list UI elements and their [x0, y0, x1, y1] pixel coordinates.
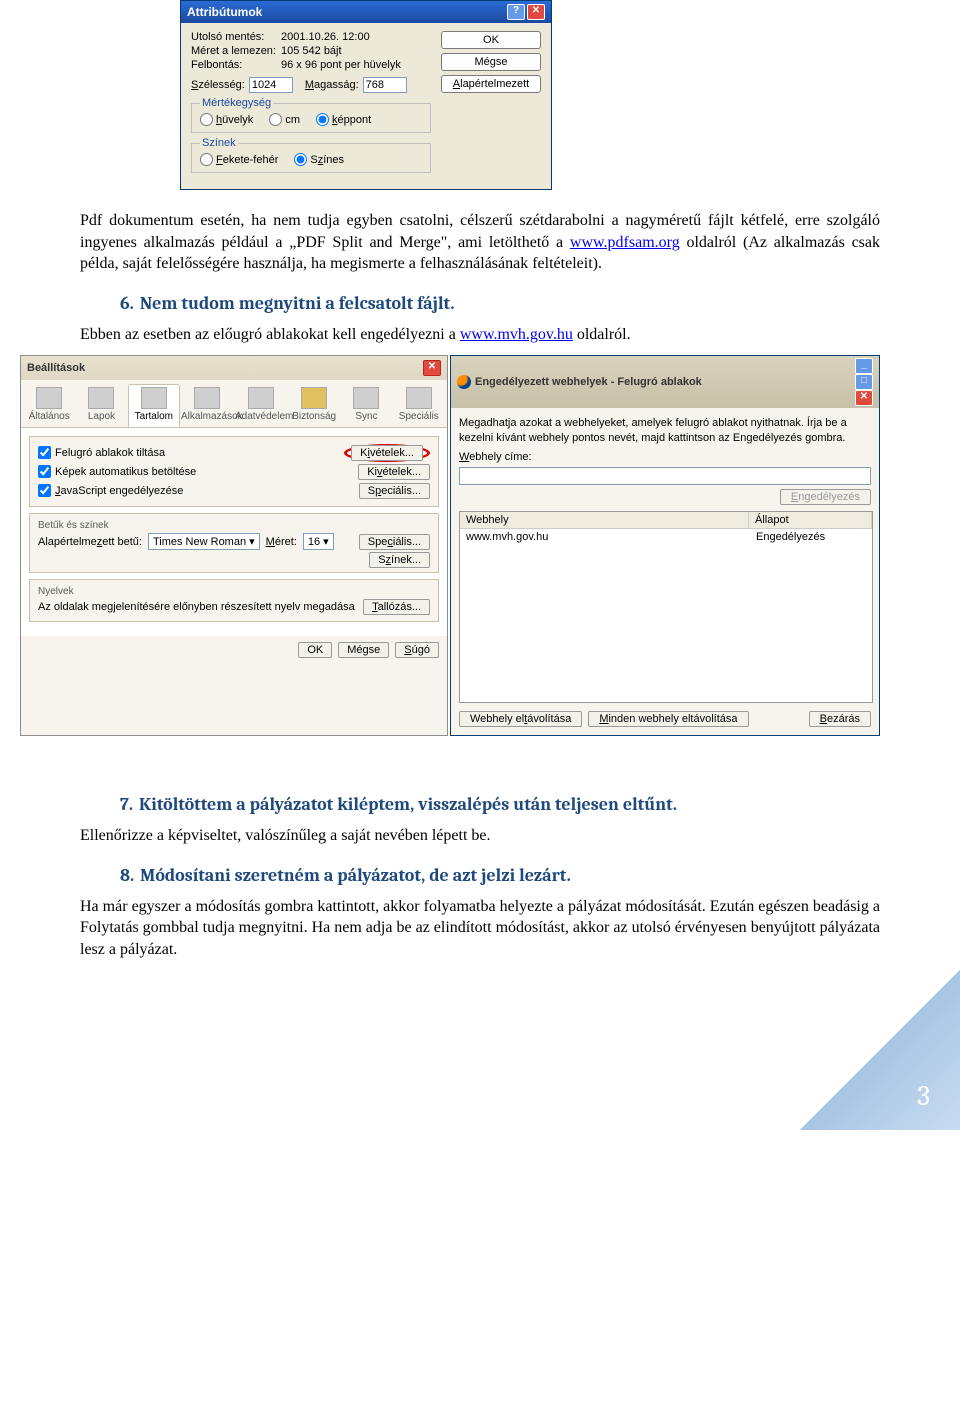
unit-legend: Mértékegység: [200, 97, 273, 109]
resolution-label: Felbontás:: [191, 59, 281, 71]
settings-cancel-button[interactable]: Mégse: [338, 642, 389, 658]
browse-button[interactable]: Tallózás...: [363, 599, 430, 615]
fonts-section-title: Betűk és színek: [38, 520, 430, 531]
settings-toolbar: Általános Lapok Tartalom Alkalmazások Ad…: [21, 380, 447, 428]
default-button[interactable]: Alapértelmezett: [441, 75, 541, 93]
sites-table: Webhely Állapot www.mvh.gov.hu Engedélye…: [459, 511, 873, 703]
tab-general[interactable]: Általános: [23, 384, 75, 427]
last-save-value: 2001.10.26. 12:00: [281, 31, 431, 43]
tab-special[interactable]: Speciális: [393, 384, 445, 427]
row-status: Engedélyezés: [750, 529, 872, 545]
special-button-2[interactable]: Speciális...: [359, 534, 430, 550]
special-button-1[interactable]: Speciális...: [359, 483, 430, 499]
tab-sync[interactable]: Sync: [340, 384, 392, 427]
maximize-icon[interactable]: □: [855, 374, 873, 390]
ok-button[interactable]: OK: [441, 31, 541, 49]
font-select[interactable]: Times New Roman ▾: [148, 533, 260, 550]
highlight-oval: Kivételek...: [344, 444, 430, 462]
row-site: www.mvh.gov.hu: [460, 529, 750, 545]
allow-button[interactable]: Engedélyezés: [780, 489, 871, 505]
radio-cm[interactable]: cm: [269, 113, 300, 126]
last-save-label: Utolsó mentés:: [191, 31, 281, 43]
tab-content[interactable]: Tartalom: [128, 384, 180, 427]
paragraph-h8: Ha már egyszer a módosítás gombra kattin…: [80, 896, 880, 961]
address-input[interactable]: [459, 467, 871, 485]
allowed-sites-dialog: Engedélyezett webhelyek - Felugró ablako…: [450, 355, 880, 736]
popup-description: Megadhatja azokat a webhelyeket, amelyek…: [459, 416, 871, 445]
unit-group: Mértékegység hüvelyk cm képpont: [191, 97, 431, 133]
popup-close-icon[interactable]: ✕: [855, 390, 873, 406]
attributes-title: Attribútumok: [187, 5, 262, 19]
chk-images[interactable]: Képek automatikus betöltése: [38, 465, 196, 478]
table-row[interactable]: www.mvh.gov.hu Engedélyezés: [460, 529, 872, 545]
heading-6: 6.Nem tudom megnyitni a felcsatolt fájlt…: [120, 293, 880, 314]
settings-dialog: Beállítások ✕ Általános Lapok Tartalom A…: [20, 355, 448, 736]
width-label: Szélesség:: [191, 79, 245, 91]
height-label: Magasság:: [305, 79, 359, 91]
allowed-sites-titlebar: Engedélyezett webhelyek - Felugró ablako…: [451, 356, 879, 408]
font-label: Alapértelmezett betű:: [38, 536, 142, 548]
page-number: 3: [917, 1080, 930, 1112]
settings-title: Beállítások: [27, 362, 85, 374]
font-size-select[interactable]: 16 ▾: [303, 533, 334, 550]
paragraph-h6: Ebben az esetben az előugró ablakokat ke…: [80, 324, 880, 346]
cancel-button[interactable]: Mégse: [441, 53, 541, 71]
color-legend: Színek: [200, 137, 238, 149]
exceptions-button-1[interactable]: Kivételek...: [351, 445, 423, 461]
width-input[interactable]: [249, 77, 293, 93]
pdfsam-link[interactable]: www.pdfsam.org: [570, 234, 680, 251]
attributes-dialog: Attribútumok ? ✕ Utolsó mentés: 2001.10.…: [180, 0, 552, 190]
settings-titlebar: Beállítások ✕: [21, 356, 447, 380]
font-size-label: Méret:: [266, 536, 297, 548]
chk-popup-block[interactable]: Felugró ablakok tiltása: [38, 446, 165, 459]
colors-button[interactable]: Színek...: [369, 552, 430, 568]
radio-inch[interactable]: hüvelyk: [200, 113, 253, 126]
settings-help-button[interactable]: Súgó: [395, 642, 439, 658]
color-group: Színek Fekete-fehér Színes: [191, 137, 431, 173]
resolution-value: 96 x 96 pont per hüvelyk: [281, 59, 431, 71]
firefox-icon: [457, 375, 471, 389]
size-value: 105 542 bájt: [281, 45, 431, 57]
th-site[interactable]: Webhely: [460, 512, 749, 528]
exceptions-button-2[interactable]: Kivételek...: [358, 464, 430, 480]
attributes-titlebar: Attribútumok ? ✕: [181, 1, 551, 23]
allowed-sites-title: Engedélyezett webhelyek - Felugró ablako…: [475, 376, 702, 388]
heading-8: 8.Módosítani szeretném a pályázatot, de …: [120, 865, 880, 886]
th-status[interactable]: Állapot: [749, 512, 872, 528]
settings-ok-button[interactable]: OK: [298, 642, 332, 658]
lang-desc: Az oldalak megjelenítésére előnyben rész…: [38, 601, 355, 613]
height-input[interactable]: [363, 77, 407, 93]
tab-privacy[interactable]: Adatvédelem: [234, 384, 288, 427]
lang-section-title: Nyelvek: [38, 586, 430, 597]
radio-bw[interactable]: Fekete-fehér: [200, 153, 278, 166]
address-label: Webhely címe:: [459, 451, 871, 463]
help-icon[interactable]: ?: [507, 4, 525, 20]
tab-apps[interactable]: Alkalmazások: [180, 384, 234, 427]
paragraph-h7: Ellenőrizze a képviseltet, valószínűleg …: [80, 825, 880, 847]
radio-pixel[interactable]: képpont: [316, 113, 371, 126]
size-label: Méret a lemezen:: [191, 45, 281, 57]
radio-color[interactable]: Színes: [294, 153, 344, 166]
remove-site-button[interactable]: Webhely eltávolítása: [459, 711, 582, 727]
mvh-link[interactable]: www.mvh.gov.hu: [460, 326, 573, 343]
paragraph-pdf: Pdf dokumentum esetén, ha nem tudja egyb…: [80, 210, 880, 275]
tab-tabs[interactable]: Lapok: [75, 384, 127, 427]
close-button[interactable]: Bezárás: [809, 711, 871, 727]
chk-javascript[interactable]: JavaScript engedélyezése: [38, 484, 183, 497]
settings-close-icon[interactable]: ✕: [423, 360, 441, 376]
close-icon[interactable]: ✕: [527, 4, 545, 20]
heading-7: 7.Kitöltöttem a pályázatot kiléptem, vis…: [120, 794, 880, 815]
remove-all-button[interactable]: Minden webhely eltávolítása: [588, 711, 748, 727]
minimize-icon[interactable]: _: [855, 358, 873, 374]
tab-security[interactable]: Biztonság: [288, 384, 340, 427]
page-corner-decoration: [800, 970, 960, 1130]
